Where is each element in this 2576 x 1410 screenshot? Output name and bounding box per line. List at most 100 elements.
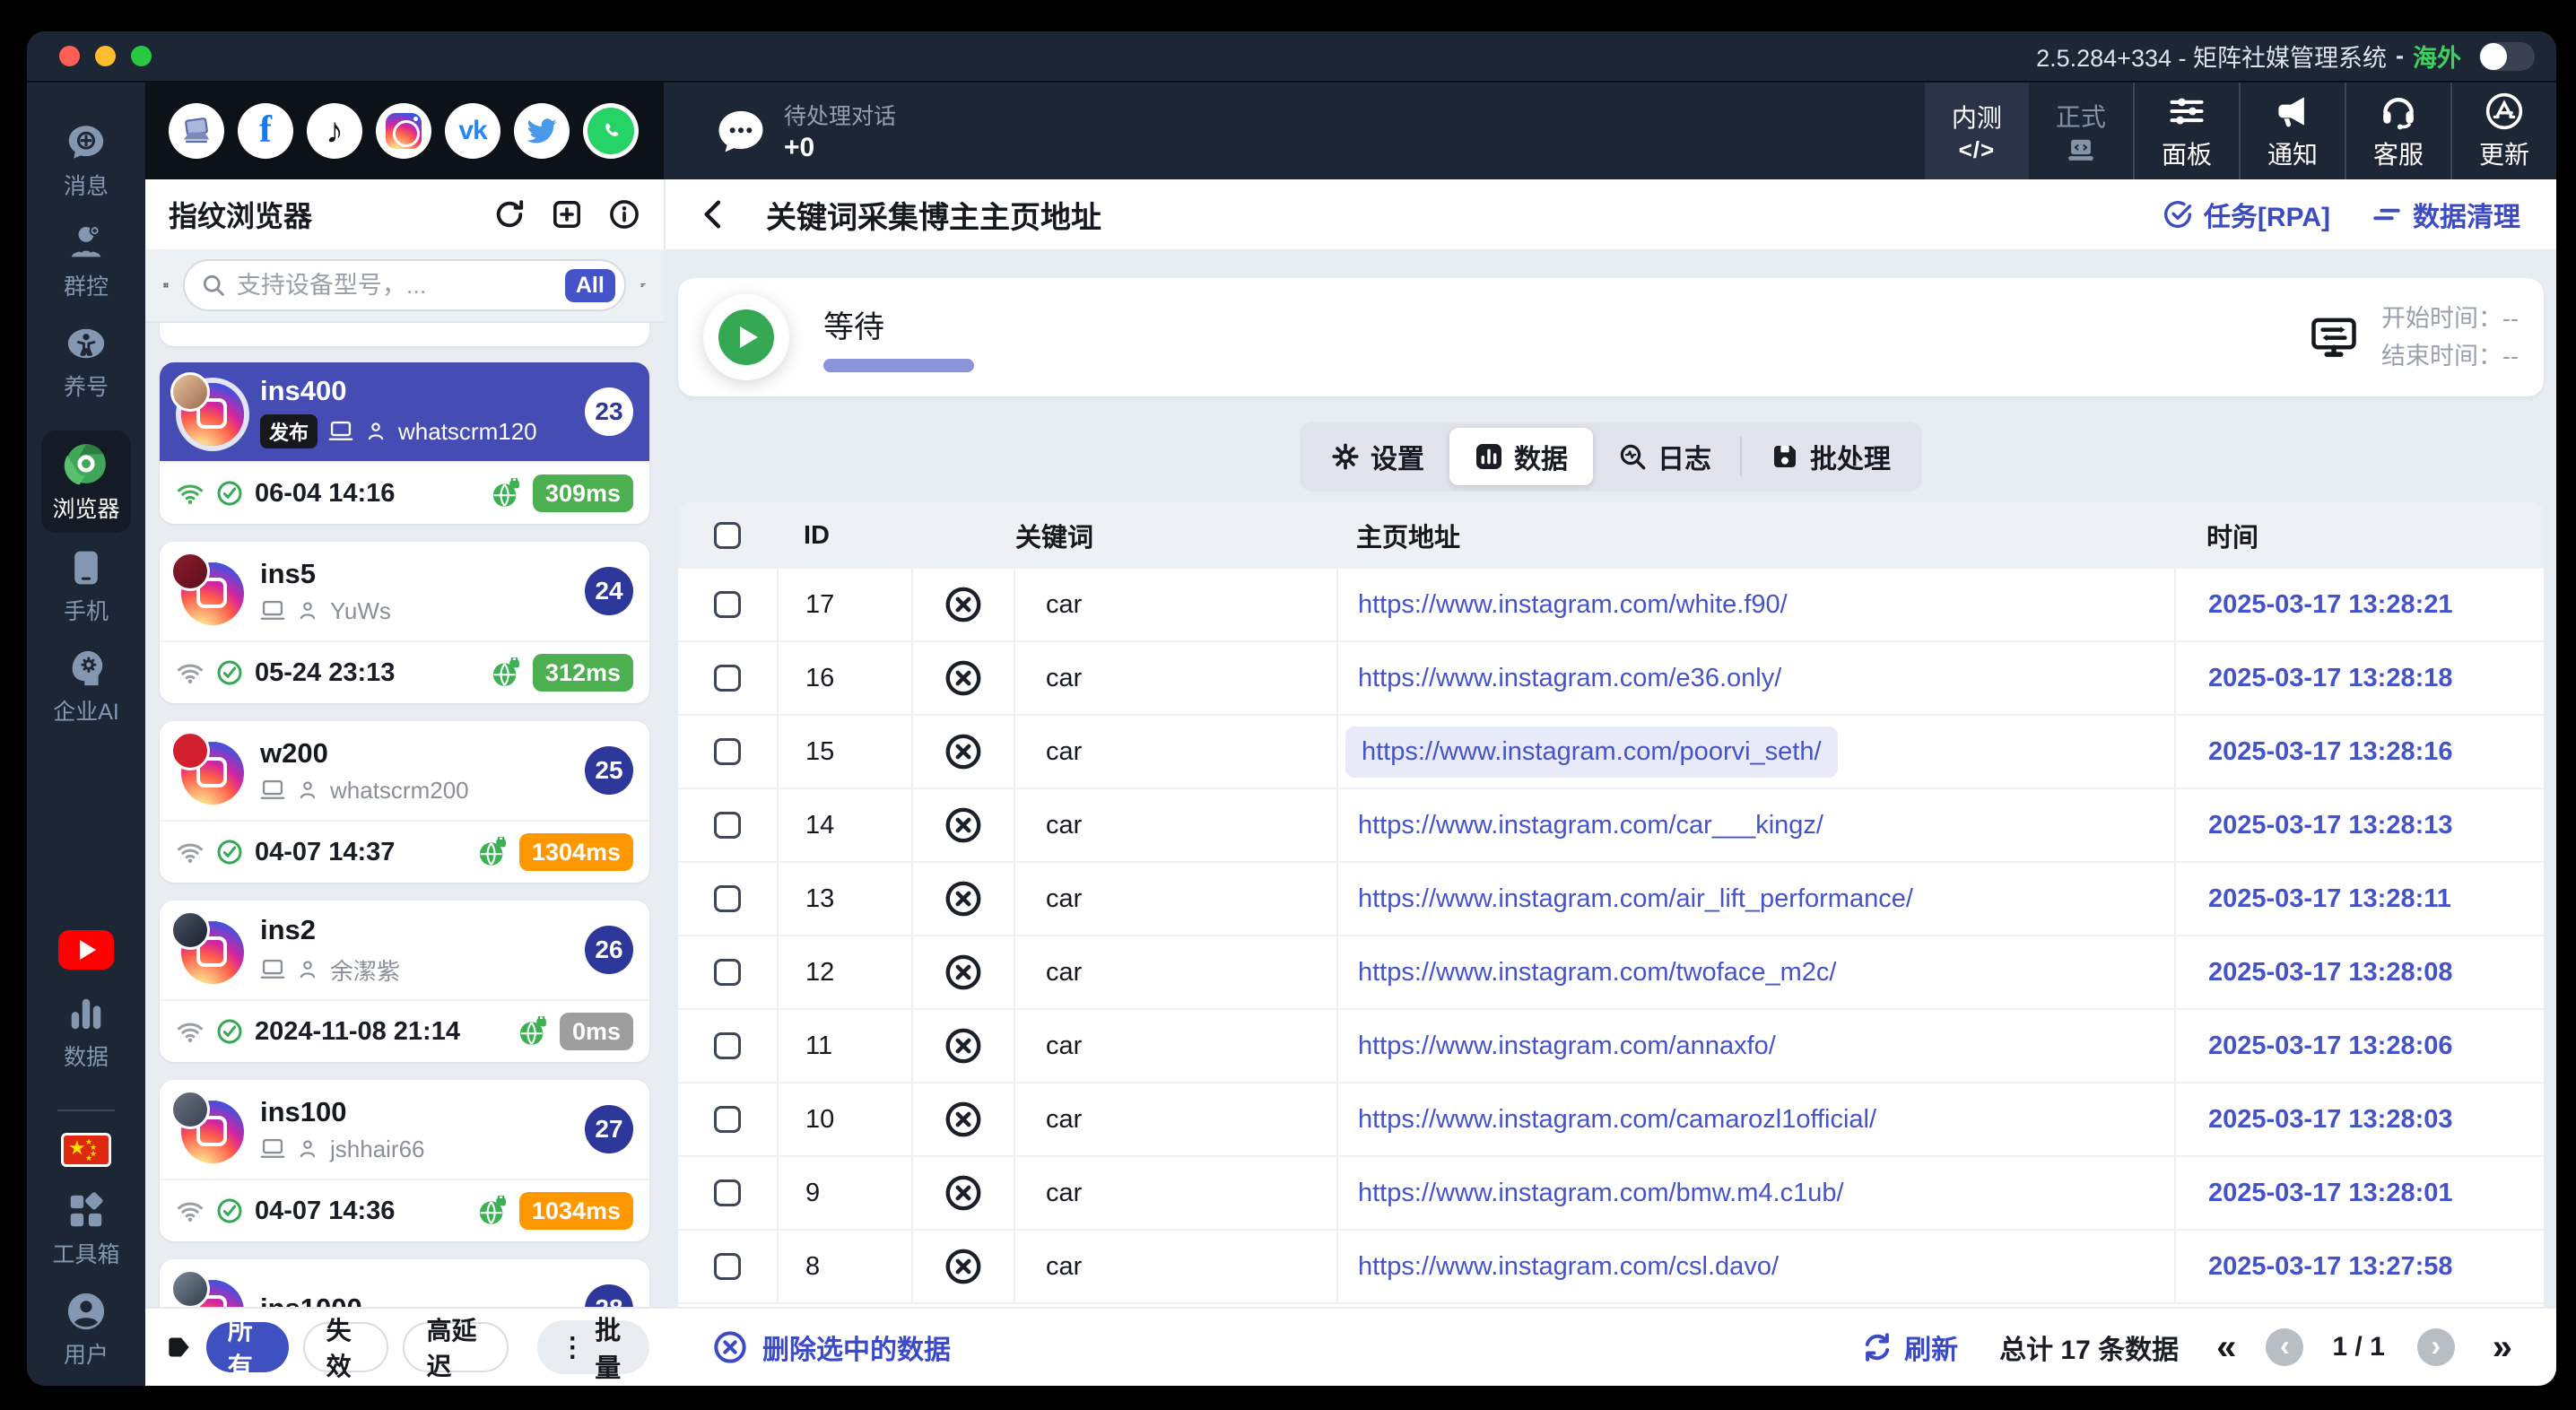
table-row[interactable]: 8 car https://www.instagram.com/csl.davo… xyxy=(678,1231,2544,1304)
sort-icon[interactable] xyxy=(640,269,646,301)
env-release-button[interactable]: 正式 xyxy=(2029,83,2133,179)
support-button[interactable]: 客服 xyxy=(2344,83,2450,179)
env-beta-button[interactable]: 内测 </> xyxy=(1924,83,2029,179)
sidebar-item-toolbox[interactable]: 工具箱 xyxy=(52,1190,120,1269)
row-checkbox[interactable] xyxy=(714,959,741,986)
platform-tiktok-button[interactable]: ♪ xyxy=(307,103,362,159)
circle-x-icon[interactable] xyxy=(944,1247,983,1286)
tab-data-active[interactable]: 数据 xyxy=(1449,428,1593,485)
filter-all-badge[interactable]: All xyxy=(564,268,615,302)
table-row[interactable]: 11 car https://www.instagram.com/annaxfo… xyxy=(678,1010,2544,1084)
table-row-highlighted[interactable]: 15 car https://www.instagram.com/poorvi_… xyxy=(678,716,2544,789)
row-checkbox[interactable] xyxy=(714,812,741,839)
close-window-button[interactable] xyxy=(59,46,80,66)
last-page-button[interactable]: » xyxy=(2493,1327,2512,1368)
row-homepage-url[interactable]: https://www.instagram.com/e36.only/ xyxy=(1358,664,1781,693)
theme-toggle[interactable] xyxy=(2479,41,2535,71)
prev-page-button[interactable]: ‹ xyxy=(2266,1328,2304,1366)
row-homepage-url[interactable]: https://www.instagram.com/csl.davo/ xyxy=(1358,1252,1779,1282)
row-homepage-url[interactable]: https://www.instagram.com/twoface_m2c/ xyxy=(1358,958,1836,988)
filter-all-pill[interactable]: 所有 xyxy=(205,1317,289,1380)
sidebar-item-enterprise-ai[interactable]: 企业AI xyxy=(53,648,119,727)
profile-card-ins400[interactable]: ins400 发布 whatscrm120 23 06-04 14:16 309… xyxy=(160,362,649,524)
table-row[interactable]: 16 car https://www.instagram.com/e36.onl… xyxy=(678,642,2544,716)
data-clean-link[interactable]: 数据清理 xyxy=(2371,195,2520,234)
tab-batch-process[interactable]: 批处理 xyxy=(1745,428,1916,485)
row-checkbox[interactable] xyxy=(714,665,741,692)
circle-x-icon[interactable] xyxy=(944,658,983,698)
circle-x-icon[interactable] xyxy=(944,805,983,845)
filter-invalid-pill[interactable]: 失效 xyxy=(302,1317,389,1380)
table-row[interactable]: 13 car https://www.instagram.com/air_lif… xyxy=(678,863,2544,936)
notify-button[interactable]: 通知 xyxy=(2238,83,2345,179)
pending-dialogs[interactable]: 待处理对话 +0 xyxy=(716,99,896,163)
table-row[interactable]: 12 car https://www.instagram.com/twoface… xyxy=(678,936,2544,1010)
info-icon[interactable] xyxy=(608,198,640,231)
grid-view-icon[interactable] xyxy=(163,270,169,300)
row-homepage-url[interactable]: https://www.instagram.com/air_lift_perfo… xyxy=(1358,884,1913,914)
profile-card-ins100[interactable]: ins100 jshhair66 27 04-07 14:36 1034ms xyxy=(160,1080,649,1241)
row-checkbox[interactable] xyxy=(714,1032,741,1059)
batch-button[interactable]: ⋮ 批量 xyxy=(537,1317,649,1383)
tab-settings[interactable]: 设置 xyxy=(1306,428,1449,485)
platform-computer-button[interactable] xyxy=(169,103,224,159)
maximize-window-button[interactable] xyxy=(131,46,152,66)
row-homepage-url[interactable]: https://www.instagram.com/car___kingz/ xyxy=(1358,811,1823,840)
next-page-button[interactable]: › xyxy=(2416,1328,2455,1366)
platform-twitter-button[interactable] xyxy=(514,103,570,159)
first-page-button[interactable]: « xyxy=(2216,1327,2236,1368)
circle-x-icon[interactable] xyxy=(944,1173,983,1213)
table-row[interactable]: 17 car https://www.instagram.com/white.f… xyxy=(678,569,2544,642)
update-button[interactable]: 更新 xyxy=(2450,83,2556,179)
sidebar-item-browser-active[interactable]: 浏览器 xyxy=(41,431,131,533)
search-box[interactable]: All xyxy=(182,259,626,311)
circle-x-icon[interactable] xyxy=(944,1100,983,1139)
circle-x-icon[interactable] xyxy=(944,585,983,624)
search-input[interactable] xyxy=(236,271,554,300)
panel-button[interactable]: 面板 xyxy=(2132,83,2239,179)
monitor-settings-icon[interactable] xyxy=(2310,313,2358,361)
profile-card-ins5[interactable]: ins5 YuWs 24 05-24 23:13 312ms xyxy=(160,542,649,703)
row-checkbox[interactable] xyxy=(714,1106,741,1133)
row-checkbox[interactable] xyxy=(714,885,741,912)
platform-facebook-button[interactable]: f xyxy=(238,103,293,159)
platform-whatsapp-button[interactable] xyxy=(583,103,639,159)
row-checkbox[interactable] xyxy=(714,1253,741,1280)
table-row[interactable]: 10 car https://www.instagram.com/camaroz… xyxy=(678,1084,2544,1157)
circle-x-icon[interactable] xyxy=(944,953,983,992)
platform-instagram-button[interactable] xyxy=(376,103,431,159)
sidebar-item-account-nurturing[interactable]: 养号 xyxy=(64,323,109,402)
refresh-table-button[interactable]: 刷新 xyxy=(1861,1327,1958,1367)
table-row[interactable]: 9 car https://www.instagram.com/bmw.m4.c… xyxy=(678,1157,2544,1231)
profile-card-ins2[interactable]: ins2 余潔紫 26 2024-11-08 21:14 0ms xyxy=(160,901,649,1062)
row-homepage-url-selected[interactable]: https://www.instagram.com/poorvi_seth/ xyxy=(1345,726,1838,778)
tab-logs[interactable]: 日志 xyxy=(1593,428,1736,485)
tag-icon[interactable] xyxy=(165,1330,192,1364)
row-checkbox[interactable] xyxy=(714,738,741,765)
filter-high-latency-pill[interactable]: 高延迟 xyxy=(403,1317,509,1380)
sidebar-item-user[interactable]: 用户 xyxy=(64,1291,109,1370)
profile-card-w200[interactable]: w200 whatscrm200 25 04-07 14:37 1304ms xyxy=(160,721,649,883)
row-homepage-url[interactable]: https://www.instagram.com/white.f90/ xyxy=(1358,590,1788,620)
back-icon[interactable] xyxy=(696,195,732,234)
sidebar-item-phone[interactable]: 手机 xyxy=(64,547,109,626)
circle-x-icon[interactable] xyxy=(944,1026,983,1066)
row-homepage-url[interactable]: https://www.instagram.com/camarozl1offic… xyxy=(1358,1105,1876,1135)
delete-selected-button[interactable]: 删除选中的数据 xyxy=(712,1327,951,1367)
add-profile-icon[interactable] xyxy=(551,198,583,231)
language-flag-china[interactable]: ★ ★ ★ ★ ★ xyxy=(60,1133,111,1167)
profile-card-ins1000[interactable]: ins1000 28 xyxy=(160,1259,649,1307)
table-row[interactable]: 14 car https://www.instagram.com/car___k… xyxy=(678,789,2544,863)
row-checkbox[interactable] xyxy=(714,591,741,618)
row-homepage-url[interactable]: https://www.instagram.com/annaxfo/ xyxy=(1358,1031,1776,1061)
sidebar-item-youtube[interactable] xyxy=(57,930,114,970)
select-all-checkbox[interactable] xyxy=(714,522,741,549)
sidebar-item-messages[interactable]: 消息 xyxy=(64,122,109,201)
row-homepage-url[interactable]: https://www.instagram.com/bmw.m4.c1ub/ xyxy=(1358,1179,1844,1208)
refresh-icon[interactable] xyxy=(493,198,526,231)
sidebar-item-data[interactable]: 数据 xyxy=(64,993,109,1072)
platform-vk-button[interactable]: vk xyxy=(445,103,500,159)
circle-x-icon[interactable] xyxy=(944,732,983,771)
circle-x-icon[interactable] xyxy=(944,879,983,918)
row-checkbox[interactable] xyxy=(714,1179,741,1206)
